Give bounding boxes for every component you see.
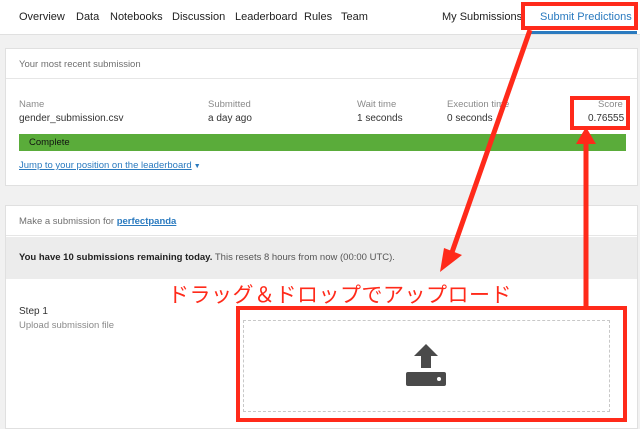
- active-tab-indicator: [527, 31, 637, 34]
- tab-rules[interactable]: Rules: [304, 11, 332, 23]
- recent-submission-panel: Your most recent submission Name Submitt…: [5, 48, 638, 186]
- column-wait-time-label: Wait time: [357, 99, 397, 110]
- make-submission-title: Make a submission for perfectpanda: [19, 216, 176, 227]
- tab-team[interactable]: Team: [341, 11, 368, 23]
- recent-submission-title: Your most recent submission: [19, 59, 141, 70]
- submissions-remaining-band: You have 10 submissions remaining today.…: [6, 237, 637, 279]
- column-execution-time-label: Execution time: [447, 99, 510, 110]
- tab-leaderboard[interactable]: Leaderboard: [235, 11, 297, 23]
- jump-link-label: Jump to your position on the leaderboard: [19, 160, 192, 171]
- annotation-box-score: [570, 96, 630, 130]
- submission-file-name: gender_submission.csv: [19, 113, 124, 124]
- status-label: Complete: [29, 137, 70, 148]
- column-name-label: Name: [19, 99, 45, 110]
- submissions-remaining-text: You have 10 submissions remaining today.…: [19, 252, 395, 263]
- jump-to-leaderboard-link[interactable]: Jump to your position on the leaderboard…: [19, 160, 201, 171]
- tab-data[interactable]: Data: [76, 11, 99, 23]
- kaggle-submission-page: Overview Data Notebooks Discussion Leade…: [0, 0, 640, 429]
- tab-discussion[interactable]: Discussion: [172, 11, 225, 23]
- submission-execution-time-value: 0 seconds: [447, 113, 493, 124]
- submissions-remaining-count: You have 10 submissions remaining today.: [19, 252, 213, 263]
- tab-overview[interactable]: Overview: [19, 11, 65, 23]
- submission-wait-time-value: 1 seconds: [357, 113, 403, 124]
- submission-submitted-value: a day ago: [208, 113, 252, 124]
- make-submission-prefix: Make a submission for: [19, 216, 117, 227]
- make-submission-header: Make a submission for perfectpanda: [6, 206, 637, 236]
- tab-my-submissions[interactable]: My Submissions: [442, 11, 522, 23]
- status-complete-bar: Complete: [19, 134, 626, 151]
- annotation-drag-drop-text: ドラッグ＆ドロップでアップロード: [168, 283, 512, 307]
- column-submitted-label: Submitted: [208, 99, 251, 110]
- annotation-box-submit-tab: [521, 2, 638, 30]
- recent-submission-header: Your most recent submission: [6, 49, 637, 79]
- tab-notebooks[interactable]: Notebooks: [110, 11, 163, 23]
- caret-down-icon: ▼: [193, 163, 201, 170]
- submissions-reset-text: This resets 8 hours from now (00:00 UTC)…: [212, 252, 395, 263]
- step-subtitle: Upload submission file: [19, 320, 115, 331]
- step-title: Step 1: [19, 306, 48, 317]
- annotation-box-dropzone: [236, 306, 627, 422]
- user-profile-link[interactable]: perfectpanda: [117, 216, 177, 227]
